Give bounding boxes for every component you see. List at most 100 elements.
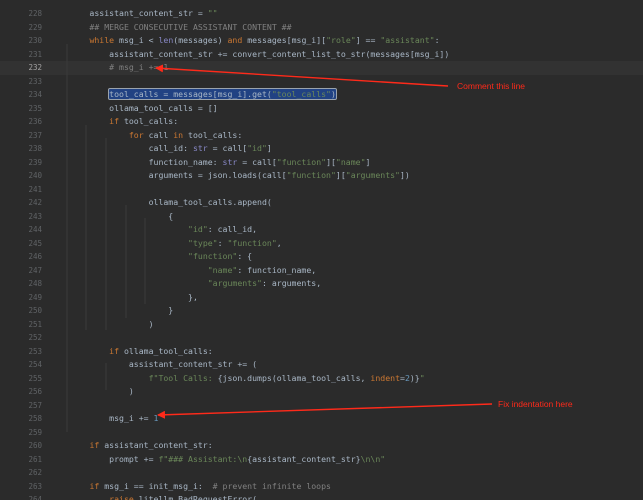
line-number: 228 xyxy=(28,9,42,18)
code-line[interactable]: 228 assistant_content_str = "" xyxy=(0,7,643,21)
line-number: 258 xyxy=(28,414,42,423)
line-number: 256 xyxy=(28,387,42,396)
code-area[interactable]: 228 assistant_content_str = "" 229 ## MER… xyxy=(0,0,643,500)
code-token: if xyxy=(109,345,120,356)
code-text: if assistant_content_str: xyxy=(50,439,212,453)
code-line[interactable]: 264 raise litellm.BadRequestError( xyxy=(0,493,643,500)
code-line[interactable]: 241 xyxy=(0,183,643,197)
code-token: call_id: xyxy=(50,143,193,153)
code-line[interactable]: 245 "type": "function", xyxy=(0,237,643,251)
code-token: "assistant" xyxy=(380,35,435,45)
code-token: ollama_tool_calls: xyxy=(119,345,213,356)
code-line[interactable]: 256 ) xyxy=(0,385,643,399)
code-line[interactable]: 262 xyxy=(0,466,643,480)
code-token: assistant_content_str = xyxy=(50,8,208,18)
code-line[interactable]: 231 assistant_content_str += convert_con… xyxy=(0,48,643,62)
code-line[interactable]: 240 arguments = json.loads(call["functio… xyxy=(0,169,643,183)
code-line[interactable]: 251 ) xyxy=(0,318,643,332)
line-number: 238 xyxy=(28,144,42,153)
line-number: 236 xyxy=(28,117,42,126)
code-token: : call_id, xyxy=(207,224,258,234)
code-line[interactable]: 258 msg_i += 1 xyxy=(0,412,643,426)
line-number: 260 xyxy=(28,441,42,450)
code-text: "arguments": arguments, xyxy=(50,277,321,291)
code-text: { xyxy=(50,210,173,224)
code-line[interactable]: 232 # msg_i += 1 xyxy=(0,61,643,75)
code-token: assistant_content_str += ( xyxy=(50,359,258,369)
code-line[interactable]: 235 ollama_tool_calls = [] xyxy=(0,102,643,116)
code-line[interactable]: 248 "arguments": arguments, xyxy=(0,277,643,291)
code-token: : xyxy=(217,237,228,248)
code-text: "id": call_id, xyxy=(50,223,257,237)
code-text: msg_i += 1 xyxy=(50,412,158,426)
code-line[interactable]: 252 xyxy=(0,331,643,345)
code-token: }, xyxy=(50,291,198,302)
code-line[interactable]: 239 function_name: str = call["function"… xyxy=(0,156,643,170)
code-line[interactable]: 236 if tool_calls: xyxy=(0,115,643,129)
code-line[interactable]: 242 ollama_tool_calls.append( xyxy=(0,196,643,210)
code-line[interactable]: 233 xyxy=(0,75,643,89)
code-token: = call[ xyxy=(237,156,277,167)
code-token: and xyxy=(227,35,243,45)
code-line[interactable]: 238 call_id: str = call["id"] xyxy=(0,142,643,156)
code-token: ollama_tool_calls.append( xyxy=(50,197,272,207)
code-token: msg_i == init_msg_i: xyxy=(99,480,213,491)
code-token: tool_calls: xyxy=(183,129,243,140)
code-text: ) xyxy=(50,318,154,332)
code-text: ) xyxy=(50,385,134,399)
code-line[interactable]: 261 prompt += f"### Assistant:\n{assista… xyxy=(0,453,643,467)
code-line[interactable]: 254 assistant_content_str += ( xyxy=(0,358,643,372)
code-line[interactable]: 229 ## MERGE CONSECUTIVE ASSISTANT CONTE… xyxy=(0,21,643,35)
code-text: }, xyxy=(50,291,198,305)
code-token: { xyxy=(50,210,174,221)
line-number: 229 xyxy=(28,22,42,32)
code-line[interactable]: 255 f"Tool Calls: {json.dumps(ollama_too… xyxy=(0,372,643,386)
code-token: {json.dumps(ollama_tool_calls, xyxy=(217,372,371,383)
code-token: msg_i < xyxy=(114,35,159,45)
code-line[interactable]: 243 { xyxy=(0,210,643,224)
code-token: if xyxy=(89,480,100,491)
line-number: 243 xyxy=(28,211,42,221)
code-line[interactable]: 259 xyxy=(0,426,643,440)
code-line[interactable]: 244 "id": call_id, xyxy=(0,223,643,237)
code-token: (messages) xyxy=(173,35,228,45)
code-text: } xyxy=(50,304,173,318)
code-token: "arguments" xyxy=(345,170,400,180)
code-token: 1 xyxy=(153,413,159,423)
code-line[interactable]: 260 if assistant_content_str: xyxy=(0,439,643,453)
code-token: ][ xyxy=(335,170,346,180)
code-line[interactable]: 250 } xyxy=(0,304,643,318)
code-line[interactable]: 247 "name": function_name, xyxy=(0,264,643,278)
code-line[interactable]: 253 if ollama_tool_calls: xyxy=(0,345,643,359)
code-token: for xyxy=(128,129,144,140)
code-line[interactable]: 249 }, xyxy=(0,291,643,305)
code-token: function_name: xyxy=(50,156,223,167)
code-line[interactable]: 237 for call in tool_calls: xyxy=(0,129,643,143)
line-number: 246 xyxy=(28,252,42,261)
code-line[interactable]: 234 tool_calls = messages[msg_i].get("to… xyxy=(0,88,643,102)
code-line[interactable]: 246 "function": { xyxy=(0,250,643,264)
code-editor[interactable]: 228 assistant_content_str = "" 229 ## MER… xyxy=(0,0,643,500)
line-number: 261 xyxy=(28,454,42,464)
text-selection[interactable]: tool_calls = messages[msg_i].get("tool_c… xyxy=(108,88,337,100)
code-line[interactable]: 257 xyxy=(0,399,643,413)
line-number: 232 xyxy=(28,63,42,72)
code-token: ] xyxy=(365,156,371,167)
code-text: "name": function_name, xyxy=(50,264,316,278)
code-token: assistant_content_str += convert_content… xyxy=(50,48,450,59)
code-token: in xyxy=(173,129,184,140)
code-line[interactable]: 230 while msg_i < len(messages) and mess… xyxy=(0,34,643,48)
code-text: while msg_i < len(messages) and messages… xyxy=(50,34,439,48)
line-number: 254 xyxy=(28,360,42,369)
code-token: {assistant_content_str} xyxy=(247,453,361,464)
code-token: "id" xyxy=(247,143,267,153)
line-number: 264 xyxy=(28,495,42,500)
code-text: ollama_tool_calls.append( xyxy=(50,196,272,210)
code-text: for call in tool_calls: xyxy=(50,129,242,143)
code-line[interactable]: 263 if msg_i == init_msg_i: # prevent in… xyxy=(0,480,643,494)
code-token: f"### Assistant:\n xyxy=(158,453,248,464)
